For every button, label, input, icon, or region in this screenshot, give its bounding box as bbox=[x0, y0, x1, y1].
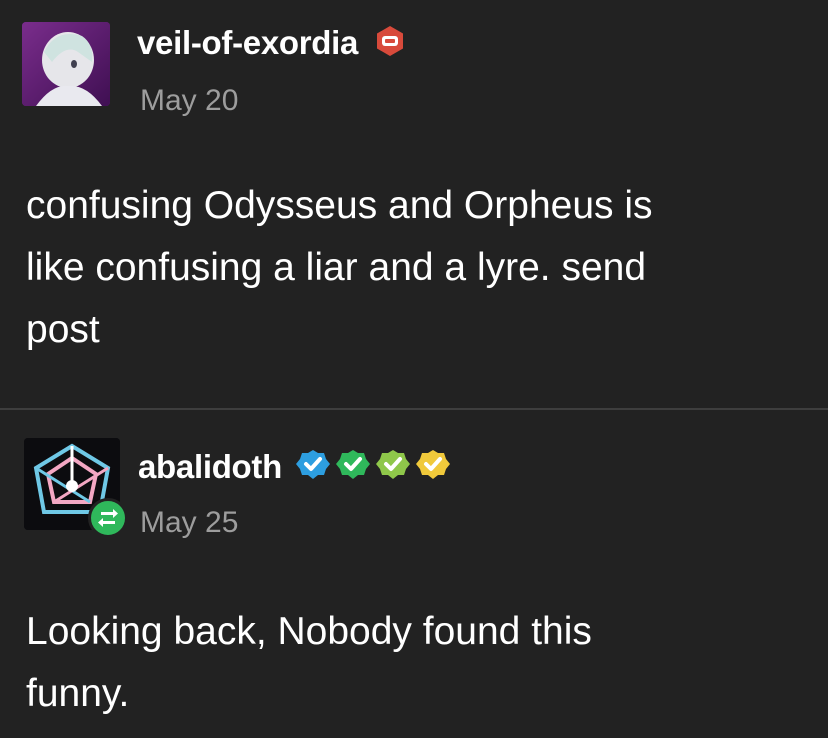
verified-check-badge-icon[interactable] bbox=[415, 450, 450, 479]
post-body: Looking back, Nobody found this funny. bbox=[26, 601, 806, 725]
verified-badges bbox=[295, 450, 450, 479]
verified-check-badge-icon[interactable] bbox=[335, 450, 370, 479]
username-text[interactable]: veil-of-exordia bbox=[137, 24, 358, 61]
post-body-line: confusing Odysseus and Orpheus is bbox=[26, 184, 653, 227]
verified-check-badge-icon[interactable] bbox=[375, 450, 410, 479]
post-date: May 25 bbox=[140, 506, 239, 539]
avatar-illustration bbox=[22, 22, 110, 106]
post-body-line: funny. bbox=[26, 672, 130, 715]
post-body-line: Looking back, Nobody found this bbox=[26, 610, 592, 653]
post-abalidoth: abalidoth May 25 Looking back, Nobody fo… bbox=[0, 410, 828, 738]
username-text[interactable]: abalidoth bbox=[138, 448, 282, 485]
post-body-line: like confusing a liar and a lyre. send bbox=[26, 246, 647, 289]
reblog-icon bbox=[88, 498, 128, 538]
post-veil-of-exordia: veil-of-exordia May 20 confusing Odysseu… bbox=[0, 0, 828, 408]
post-body-line: post bbox=[26, 308, 100, 351]
verified-check-badge-icon[interactable] bbox=[295, 450, 330, 479]
red-hexagon-badge-icon[interactable] bbox=[373, 24, 407, 58]
username[interactable]: veil-of-exordia bbox=[137, 24, 407, 62]
user-avatar[interactable] bbox=[22, 22, 110, 106]
post-body: confusing Odysseus and Orpheus is like c… bbox=[26, 175, 806, 361]
post-date: May 20 bbox=[140, 84, 239, 117]
username[interactable]: abalidoth bbox=[138, 448, 463, 486]
reblog-arrows-icon bbox=[98, 509, 118, 527]
